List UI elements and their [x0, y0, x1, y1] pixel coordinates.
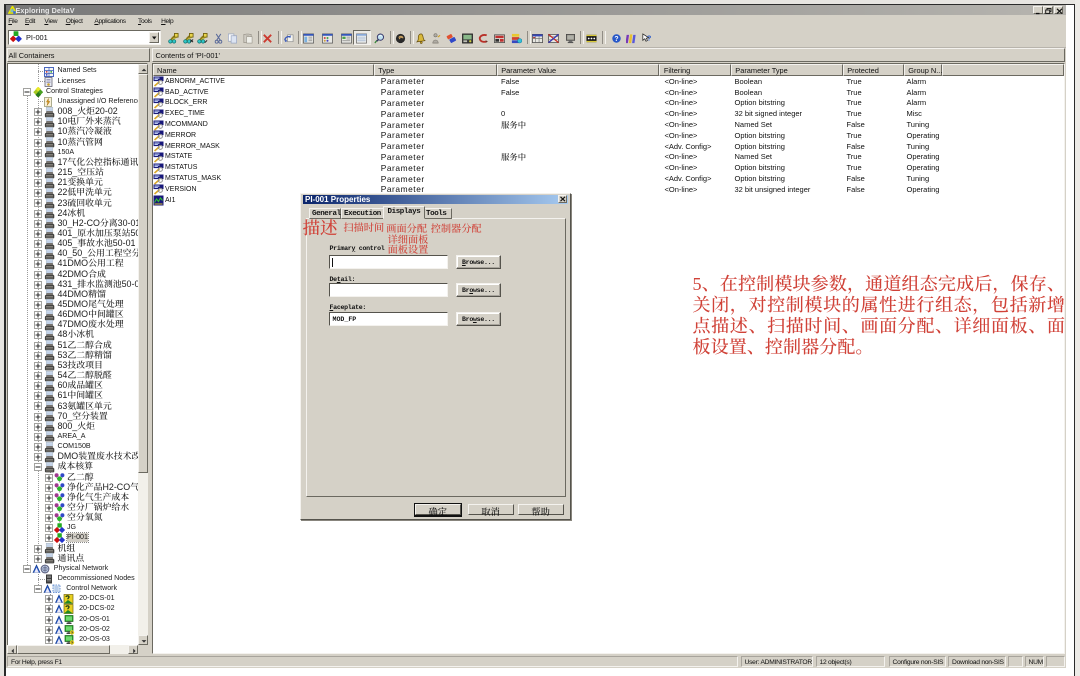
svg-text:?: ?	[614, 36, 618, 43]
svg-text:?: ?	[647, 33, 652, 42]
